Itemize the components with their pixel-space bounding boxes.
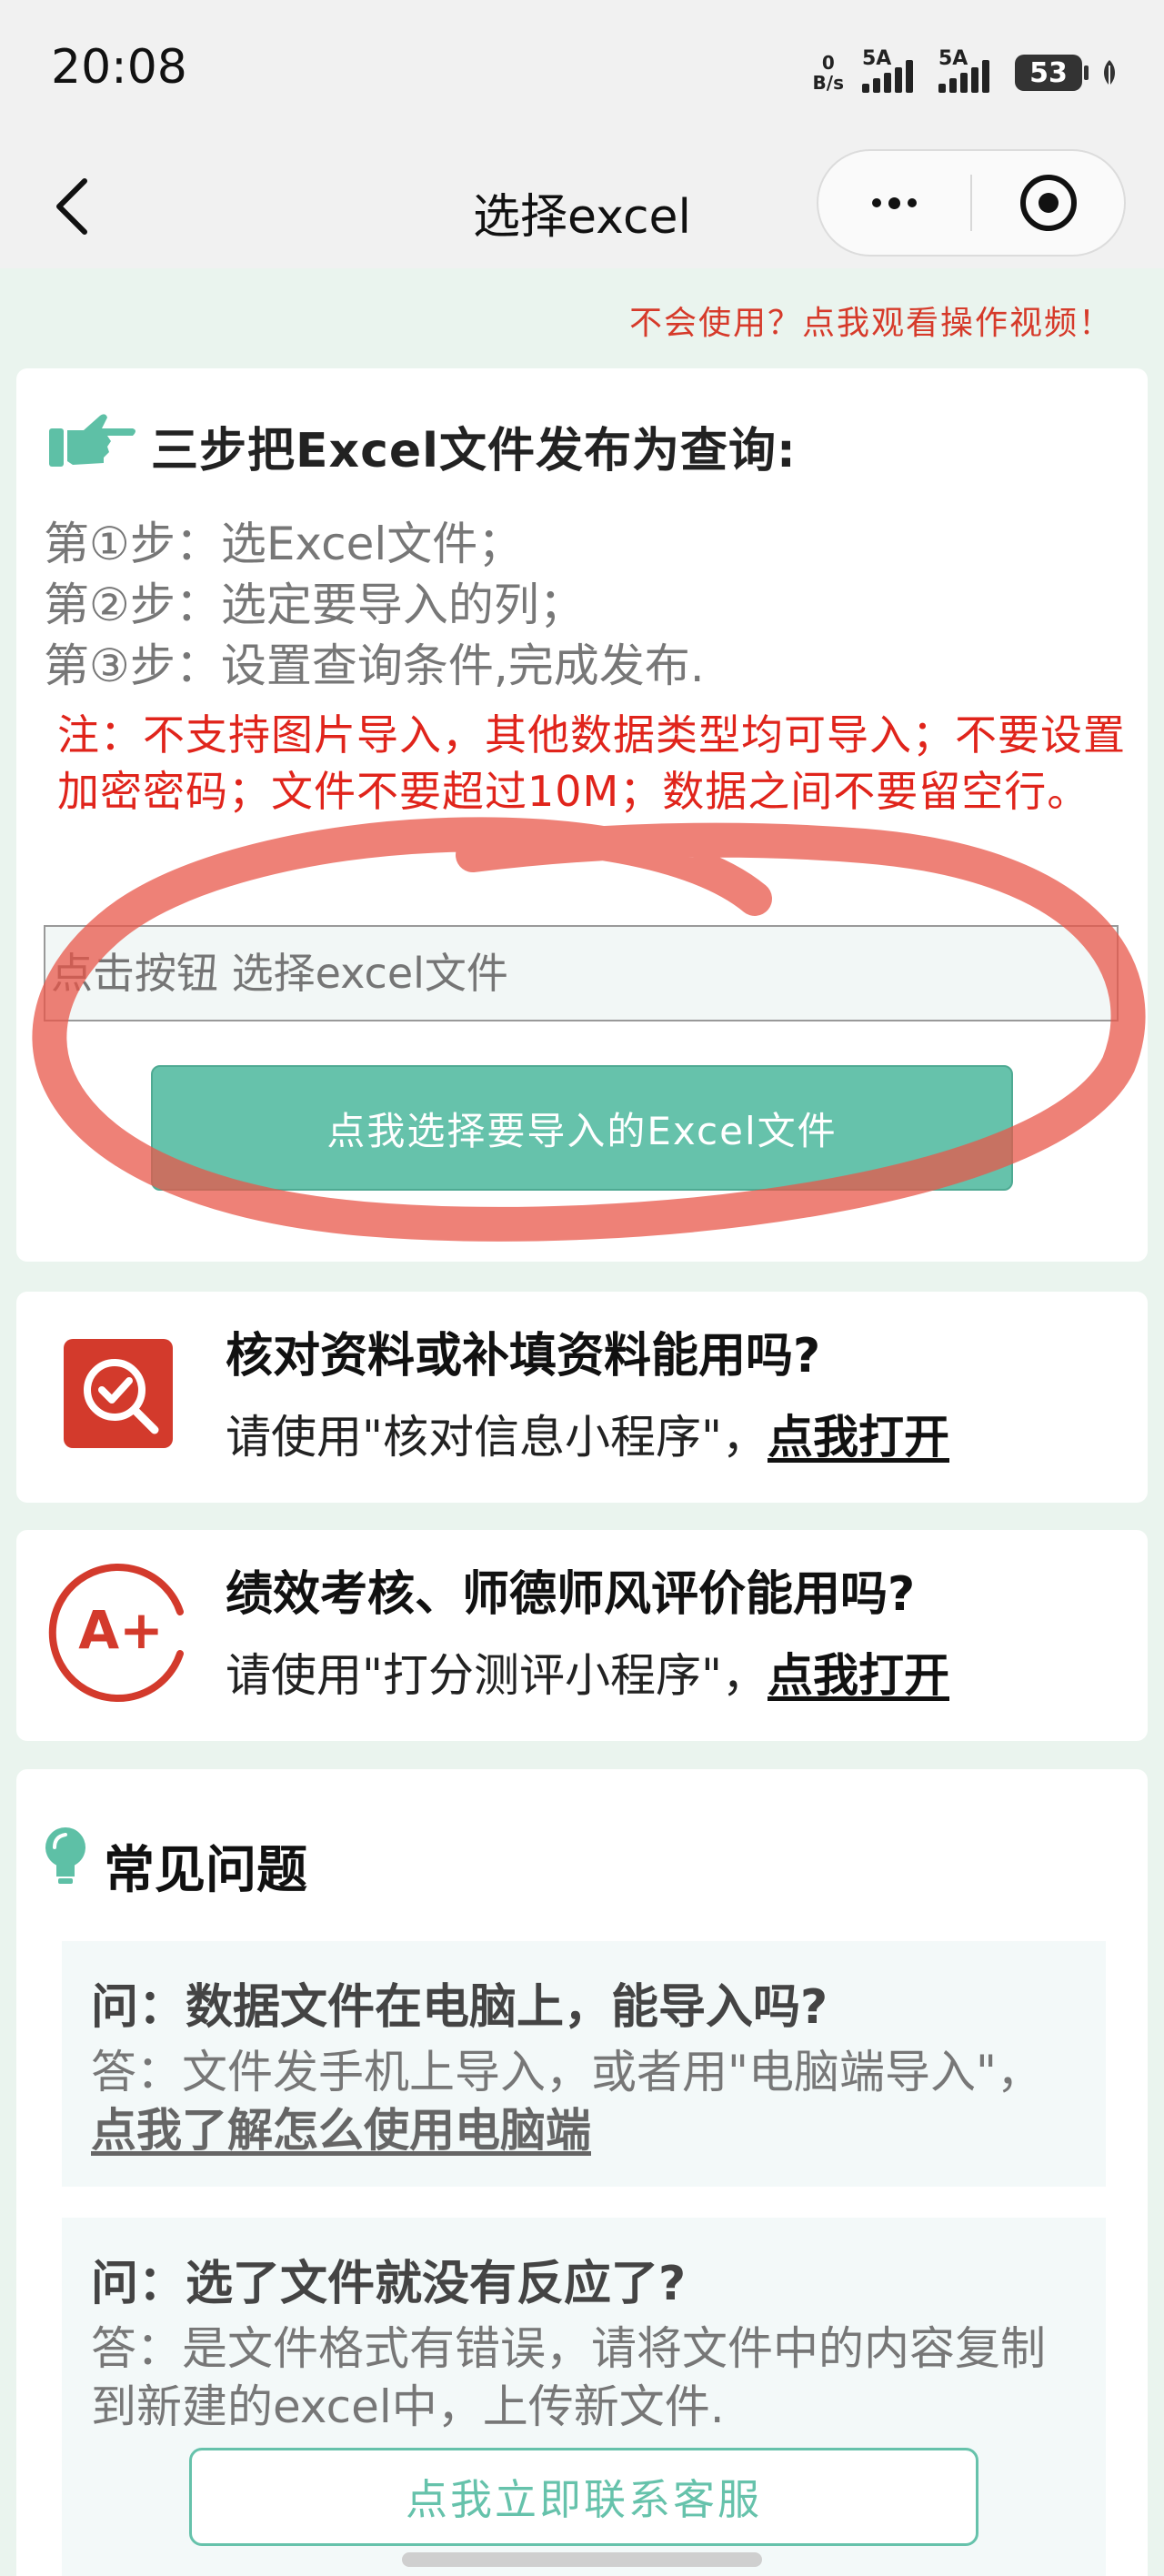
score-card-desc-text: 请使用"打分测评小程序"， xyxy=(226,1649,768,1702)
battery-icon: 53 xyxy=(1015,55,1089,91)
verify-card-desc: 请使用"核对信息小程序"，点我打开 xyxy=(226,1401,949,1466)
leaf-icon xyxy=(1104,60,1115,86)
faq-answer: 答：文件发手机上导入，或者用"电脑端导入"， 点我了解怎么使用电脑端 xyxy=(91,2043,1082,2159)
status-time: 20:08 xyxy=(51,40,187,95)
faq-card: 常见问题 问：数据文件在电脑上，能导入吗? 答：文件发手机上导入，或者用"电脑端… xyxy=(16,1769,1148,2576)
file-path-input[interactable] xyxy=(44,925,1119,1021)
network-speed-unit: B/s xyxy=(812,72,844,94)
open-verify-link[interactable]: 点我打开 xyxy=(768,1411,949,1464)
signal-label: 5A xyxy=(862,47,892,70)
more-icon xyxy=(872,196,917,209)
verify-card-title: 核对资料或补填资料能用吗? xyxy=(226,1329,821,1384)
network-speed-value: 0 xyxy=(821,52,835,74)
score-card-title: 绩效考核、师德师风评价能用吗? xyxy=(226,1567,916,1622)
faq-question: 问：选了文件就没有反应了? xyxy=(91,2257,687,2311)
status-bar: 20:08 0 B/s 5A 5A 53 xyxy=(0,0,1164,146)
import-heading: 三步把Excel文件发布为查询: xyxy=(151,424,797,478)
score-info-card: A+ 绩效考核、师德师风评价能用吗? 请使用"打分测评小程序"，点我打开 xyxy=(16,1530,1148,1741)
more-button[interactable] xyxy=(818,151,970,255)
step-item: 第①步：选Excel文件； xyxy=(44,518,524,570)
import-card: 三步把Excel文件发布为查询: 第①步：选Excel文件； 第②步：选定要导入… xyxy=(16,368,1148,1262)
select-excel-button[interactable]: 点我选择要导入的Excel文件 xyxy=(151,1065,1013,1191)
contact-support-button[interactable]: 点我立即联系客服 xyxy=(189,2448,978,2546)
faq-question: 问：数据文件在电脑上，能导入吗? xyxy=(91,1980,828,2035)
faq-item: 问：选了文件就没有反应了? 答：是文件格式有错误，请将文件中的内容复制到新建的e… xyxy=(62,2218,1106,2576)
a-plus-text: A+ xyxy=(78,1599,164,1661)
a-plus-icon: A+ xyxy=(48,1564,184,1702)
pointing-hand-icon xyxy=(49,414,135,467)
lightbulb-icon xyxy=(45,1827,85,1884)
faq-answer: 答：是文件格式有错误，请将文件中的内容复制到新建的excel中，上传新文件. xyxy=(91,2322,1046,2433)
close-target-icon xyxy=(1019,175,1077,231)
verify-info-card: 核对资料或补填资料能用吗? 请使用"核对信息小程序"，点我打开 xyxy=(16,1292,1148,1503)
signal-icon: 5A xyxy=(862,47,920,93)
step-item: 第②步：选定要导入的列； xyxy=(44,579,585,631)
score-card-desc: 请使用"打分测评小程序"，点我打开 xyxy=(226,1639,949,1705)
miniprogram-capsule xyxy=(817,149,1126,257)
desktop-guide-link[interactable]: 点我了解怎么使用电脑端 xyxy=(91,2104,591,2157)
faq-heading: 常见问题 xyxy=(104,1841,307,1900)
home-indicator xyxy=(402,2552,762,2567)
signal-label: 5A xyxy=(938,47,968,70)
signal-icon: 5A xyxy=(938,47,997,93)
status-indicators: 0 B/s 5A 5A 53 xyxy=(813,45,1119,100)
step-item: 第③步：设置查询条件,完成发布. xyxy=(44,639,705,692)
verify-card-desc-text: 请使用"核对信息小程序"， xyxy=(226,1411,768,1464)
import-warning: 注：不支持图片导入，其他数据类型均可导入；不要设置加密密码；文件不要超过10M；… xyxy=(57,710,1126,816)
step-list: 第①步：选Excel文件； 第②步：选定要导入的列； 第③步：设置查询条件,完成… xyxy=(44,514,705,697)
nav-bar: 选择excel xyxy=(0,146,1164,268)
faq-item: 问：数据文件在电脑上，能导入吗? 答：文件发手机上导入，或者用"电脑端导入"， 点… xyxy=(62,1941,1106,2187)
faq-answer-text: 答：文件发手机上导入，或者用"电脑端导入"， xyxy=(91,2046,1042,2098)
close-button[interactable] xyxy=(972,151,1124,255)
network-speed: 0 B/s xyxy=(813,53,844,93)
open-score-link[interactable]: 点我打开 xyxy=(768,1649,949,1702)
search-check-icon xyxy=(64,1339,173,1448)
tutorial-video-link[interactable]: 不会使用？点我观看操作视频！ xyxy=(629,297,1113,344)
battery-level: 53 xyxy=(1029,56,1068,89)
